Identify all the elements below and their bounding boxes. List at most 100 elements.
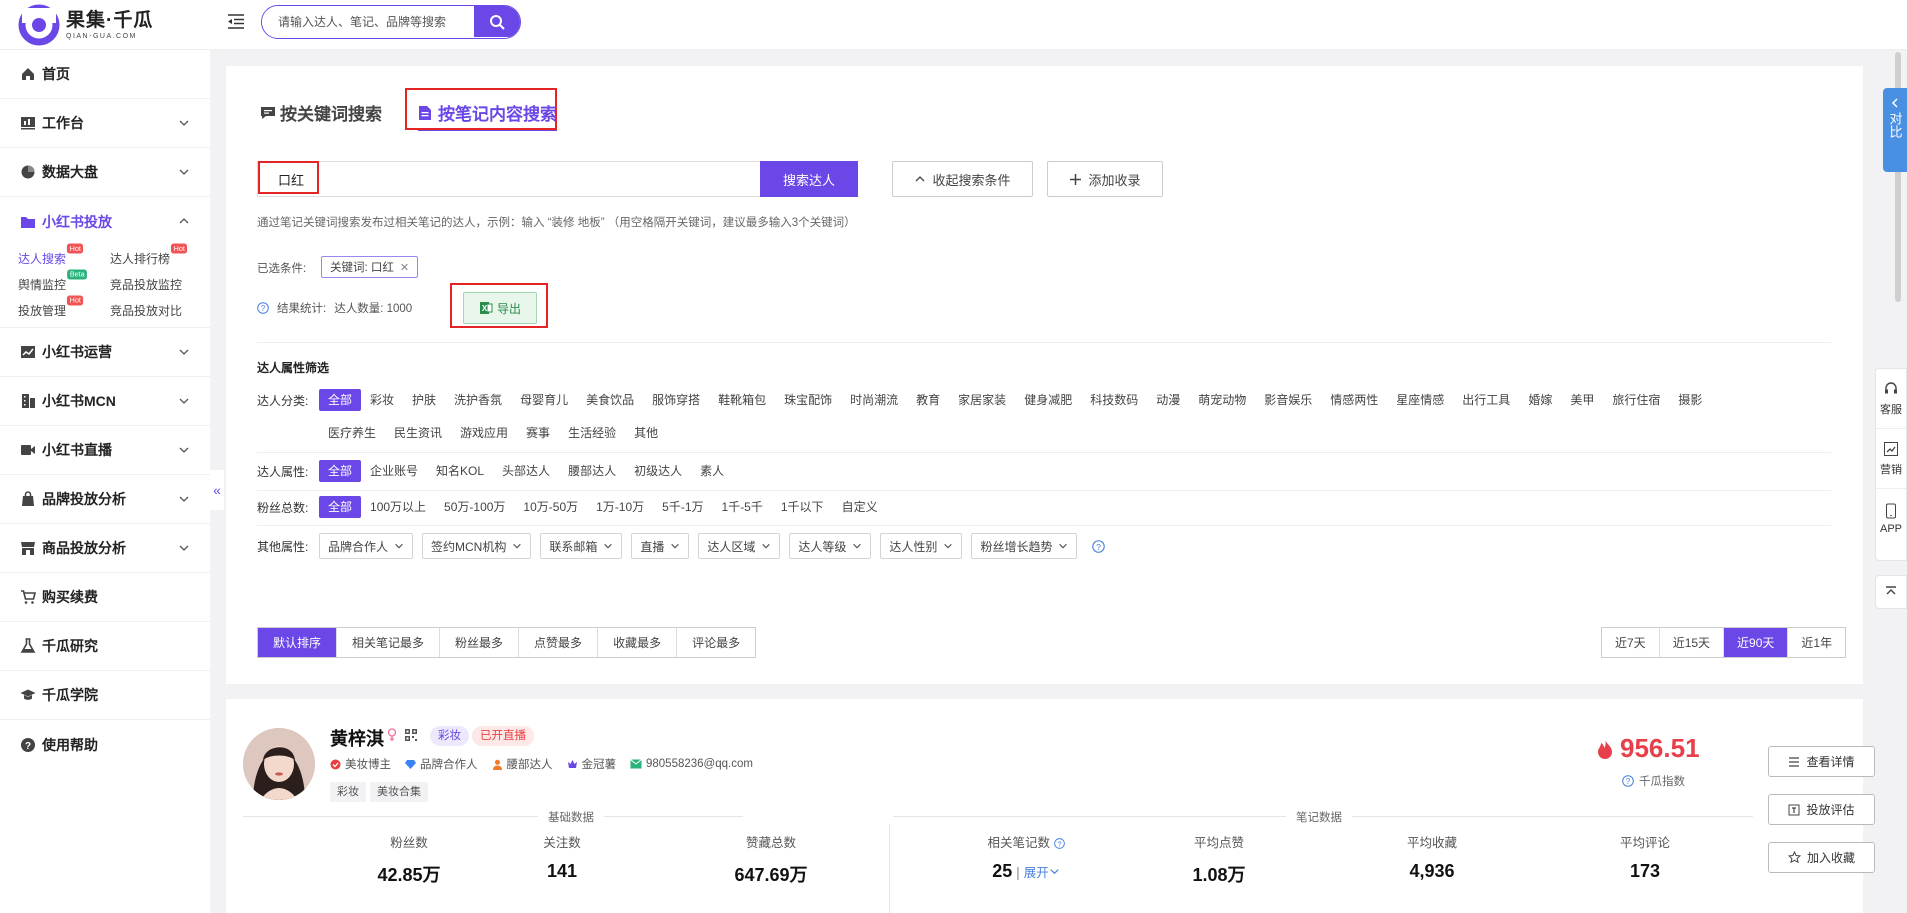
sidebar-collapse-button[interactable]: «	[210, 470, 224, 510]
category-option[interactable]: 摄影	[1669, 389, 1711, 411]
category-option[interactable]: 美食饮品	[577, 389, 643, 411]
category-option[interactable]: 服饰穿搭	[643, 389, 709, 411]
close-icon[interactable]: ✕	[400, 261, 409, 274]
category-option[interactable]: 动漫	[1147, 389, 1189, 411]
category-option[interactable]: 教育	[907, 389, 949, 411]
category-option[interactable]: 民生资讯	[385, 422, 451, 444]
other-attr-dropdown[interactable]: 联系邮箱	[540, 533, 623, 559]
help-icon[interactable]: ?	[257, 302, 269, 314]
sort-option[interactable]: 粉丝最多	[440, 628, 520, 657]
attr-option[interactable]: 企业账号	[361, 460, 427, 482]
view-details-button[interactable]: 查看详情	[1768, 746, 1875, 777]
attr-option[interactable]: 初级达人	[625, 460, 691, 482]
sidebar-item-goods-analysis[interactable]: 商品投放分析	[0, 524, 210, 573]
tab-keyword-search[interactable]: 按关键词搜索	[260, 100, 382, 125]
back-to-top-button[interactable]	[1875, 575, 1907, 609]
category-option[interactable]: 珠宝配饰	[775, 389, 841, 411]
help-icon[interactable]: ?	[1622, 775, 1634, 787]
category-option[interactable]: 医疗养生	[319, 422, 385, 444]
chevron-down-icon[interactable]	[1049, 866, 1060, 877]
sidebar-item-purchase[interactable]: 购买续费	[0, 573, 210, 622]
sidebar-sub-kol-search[interactable]: 达人搜索 Hot	[18, 243, 110, 267]
fans-option[interactable]: 5千-1万	[653, 496, 712, 518]
sidebar-item-academy[interactable]: 千瓜学院	[0, 671, 210, 720]
fans-option[interactable]: 1千以下	[772, 496, 833, 518]
global-search-button[interactable]	[474, 6, 520, 37]
global-search-input[interactable]	[262, 6, 472, 37]
category-option[interactable]: 母婴育儿	[511, 389, 577, 411]
period-option[interactable]: 近1年	[1788, 628, 1845, 657]
fans-option[interactable]: 1万-10万	[587, 496, 653, 518]
sidebar-sub-competitor-monitor[interactable]: 竞品投放监控	[110, 276, 202, 293]
other-attr-dropdown[interactable]: 签约MCN机构	[422, 533, 532, 559]
expand-link[interactable]: 展开	[1024, 866, 1049, 880]
category-option[interactable]: 美甲	[1561, 389, 1603, 411]
selected-condition-chip[interactable]: 关键词: 口红 ✕	[321, 256, 419, 278]
keyword-input[interactable]: 口红	[257, 161, 789, 197]
sort-option[interactable]: 收藏最多	[598, 628, 678, 657]
category-option[interactable]: 其他	[625, 422, 667, 444]
category-option[interactable]: 洗护香氛	[445, 389, 511, 411]
app-button[interactable]: APP	[1876, 489, 1906, 549]
sort-option[interactable]: 默认排序	[258, 628, 338, 657]
fans-option[interactable]: 10万-50万	[514, 496, 587, 518]
fans-option[interactable]: 100万以上	[361, 496, 435, 518]
add-favorite-button[interactable]: 添加收录	[1047, 161, 1163, 197]
fans-option[interactable]: 全部	[319, 496, 362, 518]
help-icon[interactable]: ?	[1092, 539, 1106, 553]
attr-option[interactable]: 腰部达人	[559, 460, 625, 482]
category-option[interactable]: 出行工具	[1453, 389, 1519, 411]
sidebar-item-xhs-delivery[interactable]: 小红书投放	[0, 197, 210, 246]
period-option[interactable]: 近15天	[1660, 628, 1725, 657]
sidebar-sub-sentiment[interactable]: 舆情监控 Beta	[18, 269, 110, 293]
sidebar-sub-competitor-compare[interactable]: 竞品投放对比	[110, 302, 202, 319]
sidebar-item-workbench[interactable]: 工作台	[0, 99, 210, 148]
category-option[interactable]: 旅行住宿	[1603, 389, 1669, 411]
sidebar-item-data-board[interactable]: 数据大盘	[0, 148, 210, 197]
category-option[interactable]: 生活经验	[559, 422, 625, 444]
category-option[interactable]: 全部	[319, 389, 362, 411]
category-option[interactable]: 科技数码	[1081, 389, 1147, 411]
sidebar-item-xhs-operation[interactable]: 小红书运营	[0, 328, 210, 377]
marketing-button[interactable]: 营销	[1876, 429, 1906, 489]
sidebar-item-home[interactable]: 首页	[0, 50, 210, 99]
add-to-favorites-button[interactable]: 加入收藏	[1768, 842, 1875, 873]
attr-option[interactable]: 头部达人	[493, 460, 559, 482]
kol-card[interactable]: 黄梓淇 彩妆 已开直播 美妆博主 品牌合作人 腰部达人 金冠薯 98055823…	[226, 699, 1875, 913]
other-attr-dropdown[interactable]: 达人区域	[698, 533, 781, 559]
other-attr-dropdown[interactable]: 粉丝增长趋势	[971, 533, 1078, 559]
help-icon[interactable]: ?	[1053, 838, 1065, 850]
sidebar-item-brand-analysis[interactable]: 品牌投放分析	[0, 475, 210, 524]
category-option[interactable]: 情感两性	[1321, 389, 1387, 411]
category-option[interactable]: 婚嫁	[1519, 389, 1561, 411]
customer-service-button[interactable]: 客服	[1876, 369, 1906, 429]
avatar[interactable]	[243, 728, 315, 800]
sort-option[interactable]: 点赞最多	[519, 628, 599, 657]
period-option[interactable]: 近7天	[1602, 628, 1660, 657]
other-attr-dropdown[interactable]: 直播	[631, 533, 690, 559]
other-attr-dropdown[interactable]: 达人性别	[880, 533, 963, 559]
logo[interactable]: 果集·千瓜 QIAN-GUA.COM	[18, 4, 153, 46]
qrcode-icon[interactable]	[404, 728, 418, 742]
compare-tab[interactable]: 对比	[1883, 88, 1907, 172]
other-attr-dropdown[interactable]: 达人等级	[789, 533, 872, 559]
category-option[interactable]: 鞋靴箱包	[709, 389, 775, 411]
menu-fold-icon[interactable]	[226, 11, 246, 31]
collapse-filters-button[interactable]: 收起搜索条件	[892, 161, 1033, 197]
attr-option[interactable]: 全部	[319, 460, 362, 482]
category-option[interactable]: 时尚潮流	[841, 389, 907, 411]
sidebar-item-help[interactable]: ? 使用帮助	[0, 720, 210, 769]
sidebar-item-xhs-live[interactable]: 小红书直播	[0, 426, 210, 475]
sidebar-item-research[interactable]: 千瓜研究	[0, 622, 210, 671]
category-option[interactable]: 萌宠动物	[1189, 389, 1255, 411]
category-option[interactable]: 家居家装	[949, 389, 1015, 411]
sidebar-sub-delivery-manage[interactable]: 投放管理 Hot	[18, 295, 110, 319]
category-option[interactable]: 护肤	[403, 389, 445, 411]
period-option[interactable]: 近90天	[1724, 628, 1789, 657]
search-kol-button[interactable]: 搜索达人	[760, 161, 858, 197]
sidebar-sub-kol-ranking[interactable]: 达人排行榜 Hot	[110, 243, 202, 267]
category-option[interactable]: 游戏应用	[451, 422, 517, 444]
attr-option[interactable]: 素人	[691, 460, 733, 482]
fans-option[interactable]: 自定义	[833, 496, 887, 518]
sort-option[interactable]: 相关笔记最多	[337, 628, 441, 657]
